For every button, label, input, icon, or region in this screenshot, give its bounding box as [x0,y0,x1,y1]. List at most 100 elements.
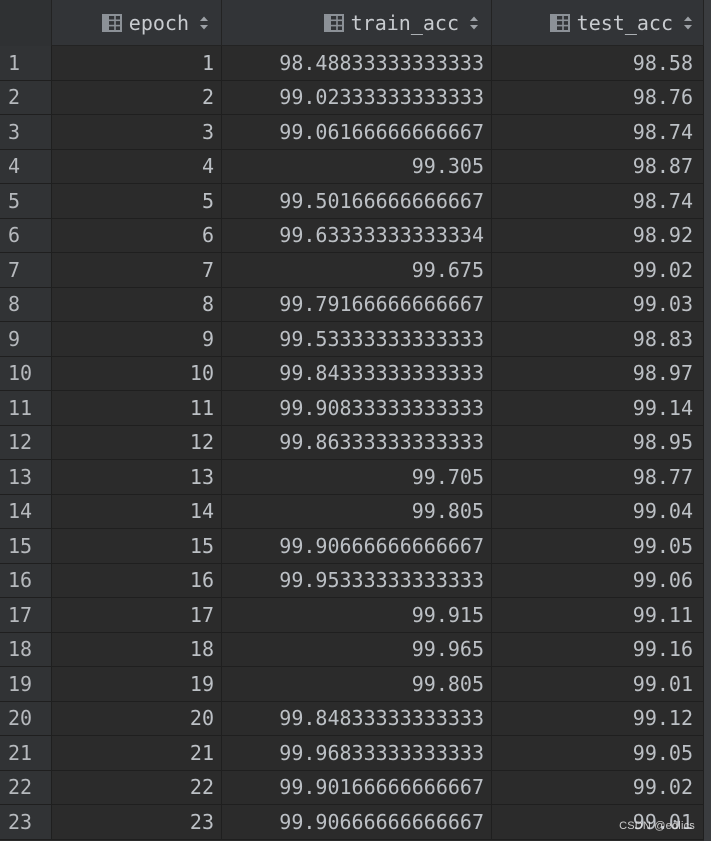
row-number[interactable]: 9 [0,322,52,356]
row-number[interactable]: 22 [0,770,52,804]
row-number[interactable]: 12 [0,425,52,459]
table-row[interactable]: 3 3 99.06166666666667 98.74 [0,115,711,150]
epoch-cell[interactable]: 19 [52,667,222,701]
train-acc-cell[interactable]: 99.805 [222,667,492,701]
epoch-cell[interactable]: 4 [52,149,222,183]
table-row[interactable]: 1 1 98.48833333333333 98.58 [0,46,711,81]
epoch-cell[interactable]: 5 [52,184,222,218]
train-acc-cell[interactable]: 99.965 [222,632,492,666]
test-acc-cell[interactable]: 98.97 [492,356,704,390]
table-row[interactable]: 2 2 99.02333333333333 98.76 [0,80,711,115]
epoch-cell[interactable]: 1 [52,46,222,80]
epoch-cell[interactable]: 17 [52,598,222,632]
table-row[interactable]: 22 22 99.90166666666667 99.02 [0,770,711,805]
test-acc-cell[interactable]: 98.77 [492,460,704,494]
row-number-header[interactable] [0,0,52,46]
row-number[interactable]: 14 [0,494,52,528]
test-acc-cell[interactable]: 99.01 [492,667,704,701]
test-acc-cell[interactable]: 98.83 [492,322,704,356]
table-row[interactable]: 6 6 99.63333333333334 98.92 [0,218,711,253]
row-number[interactable]: 7 [0,253,52,287]
table-row[interactable]: 12 12 99.86333333333333 98.95 [0,425,711,460]
epoch-cell[interactable]: 16 [52,563,222,597]
test-acc-cell[interactable]: 98.58 [492,46,704,80]
train-acc-cell[interactable]: 99.915 [222,598,492,632]
table-row[interactable]: 13 13 99.705 98.77 [0,460,711,495]
table-row[interactable]: 17 17 99.915 99.11 [0,598,711,633]
column-header-train-acc[interactable]: train_acc [222,0,492,46]
train-acc-cell[interactable]: 99.84833333333333 [222,701,492,735]
row-number[interactable]: 18 [0,632,52,666]
test-acc-cell[interactable]: 98.95 [492,425,704,459]
table-row[interactable]: 4 4 99.305 98.87 [0,149,711,184]
epoch-cell[interactable]: 23 [52,805,222,839]
epoch-cell[interactable]: 7 [52,253,222,287]
test-acc-cell[interactable]: 99.05 [492,736,704,770]
test-acc-cell[interactable]: 98.76 [492,80,704,114]
train-acc-cell[interactable]: 99.79166666666667 [222,287,492,321]
sort-icon[interactable] [469,15,479,31]
row-number[interactable]: 15 [0,529,52,563]
test-acc-cell[interactable]: 99.05 [492,529,704,563]
sort-icon[interactable] [683,15,693,31]
train-acc-cell[interactable]: 99.86333333333333 [222,425,492,459]
epoch-cell[interactable]: 3 [52,115,222,149]
epoch-cell[interactable]: 13 [52,460,222,494]
row-number[interactable]: 1 [0,46,52,80]
train-acc-cell[interactable]: 99.53333333333333 [222,322,492,356]
table-row[interactable]: 23 23 99.90666666666667 99.01 [0,805,711,840]
test-acc-cell[interactable]: 99.03 [492,287,704,321]
test-acc-cell[interactable]: 99.02 [492,253,704,287]
test-acc-cell[interactable]: 98.87 [492,149,704,183]
table-row[interactable]: 8 8 99.79166666666667 99.03 [0,287,711,322]
row-number[interactable]: 6 [0,218,52,252]
table-row[interactable]: 11 11 99.90833333333333 99.14 [0,391,711,426]
test-acc-cell[interactable]: 99.16 [492,632,704,666]
table-row[interactable]: 18 18 99.965 99.16 [0,632,711,667]
row-number[interactable]: 17 [0,598,52,632]
table-row[interactable]: 10 10 99.84333333333333 98.97 [0,356,711,391]
test-acc-cell[interactable]: 98.74 [492,184,704,218]
column-header-test-acc[interactable]: test_acc [492,0,704,46]
row-number[interactable]: 10 [0,356,52,390]
epoch-cell[interactable]: 6 [52,218,222,252]
train-acc-cell[interactable]: 99.95333333333333 [222,563,492,597]
epoch-cell[interactable]: 12 [52,425,222,459]
table-row[interactable]: 15 15 99.90666666666667 99.05 [0,529,711,564]
test-acc-cell[interactable]: 99.06 [492,563,704,597]
table-row[interactable]: 5 5 99.50166666666667 98.74 [0,184,711,219]
train-acc-cell[interactable]: 98.48833333333333 [222,46,492,80]
row-number[interactable]: 4 [0,149,52,183]
table-row[interactable]: 21 21 99.96833333333333 99.05 [0,736,711,771]
train-acc-cell[interactable]: 99.02333333333333 [222,80,492,114]
test-acc-cell[interactable]: 99.04 [492,494,704,528]
test-acc-cell[interactable]: 99.12 [492,701,704,735]
vertical-scrollbar-track[interactable] [704,0,711,841]
table-row[interactable]: 14 14 99.805 99.04 [0,494,711,529]
column-header-epoch[interactable]: epoch [52,0,222,46]
epoch-cell[interactable]: 14 [52,494,222,528]
epoch-cell[interactable]: 10 [52,356,222,390]
epoch-cell[interactable]: 2 [52,80,222,114]
row-number[interactable]: 5 [0,184,52,218]
row-number[interactable]: 2 [0,80,52,114]
train-acc-cell[interactable]: 99.805 [222,494,492,528]
train-acc-cell[interactable]: 99.305 [222,149,492,183]
table-row[interactable]: 20 20 99.84833333333333 99.12 [0,701,711,736]
row-number[interactable]: 11 [0,391,52,425]
train-acc-cell[interactable]: 99.84333333333333 [222,356,492,390]
table-row[interactable]: 16 16 99.95333333333333 99.06 [0,563,711,598]
test-acc-cell[interactable]: 98.74 [492,115,704,149]
row-number[interactable]: 13 [0,460,52,494]
row-number[interactable]: 8 [0,287,52,321]
train-acc-cell[interactable]: 99.90666666666667 [222,805,492,839]
epoch-cell[interactable]: 20 [52,701,222,735]
row-number[interactable]: 21 [0,736,52,770]
epoch-cell[interactable]: 22 [52,770,222,804]
table-row[interactable]: 9 9 99.53333333333333 98.83 [0,322,711,357]
train-acc-cell[interactable]: 99.06166666666667 [222,115,492,149]
row-number[interactable]: 16 [0,563,52,597]
row-number[interactable]: 3 [0,115,52,149]
epoch-cell[interactable]: 21 [52,736,222,770]
train-acc-cell[interactable]: 99.50166666666667 [222,184,492,218]
